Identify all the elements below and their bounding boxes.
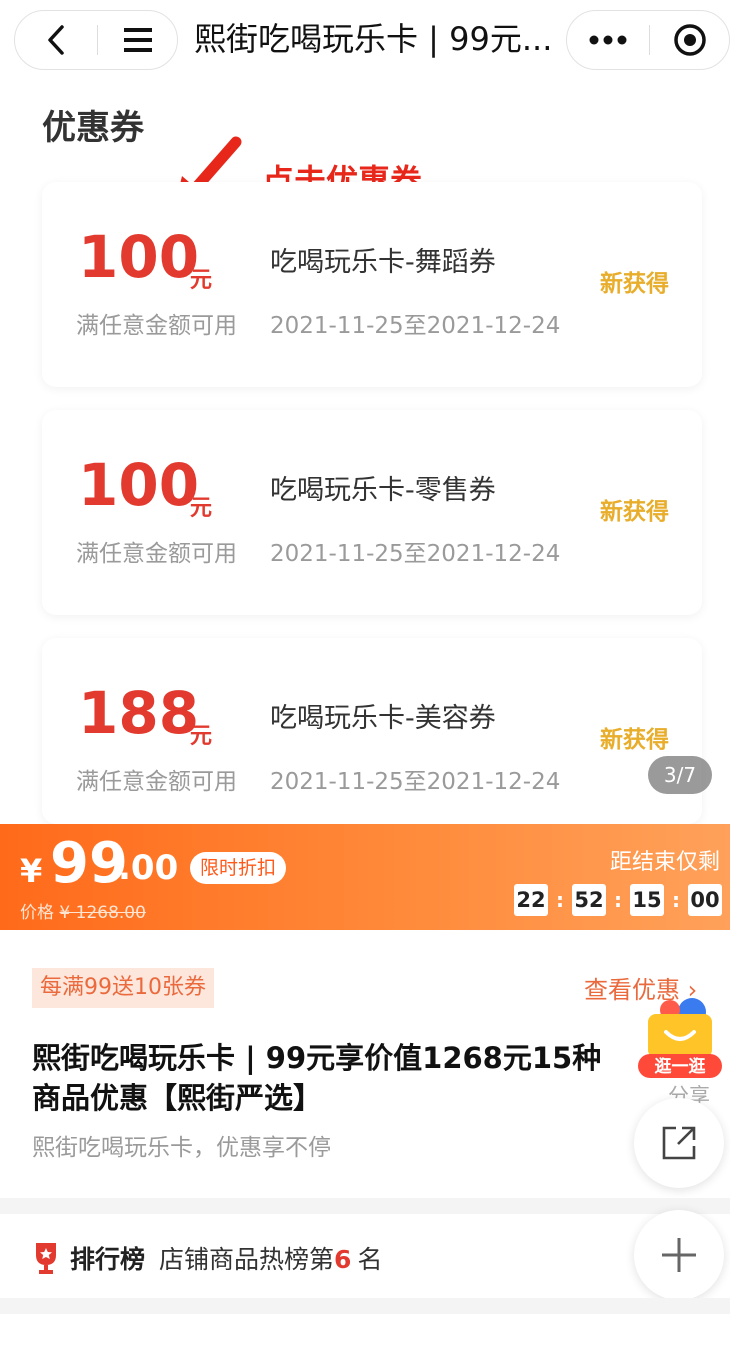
countdown-days: 22 <box>514 884 548 916</box>
section-divider <box>0 1198 730 1214</box>
price-bar: ¥ 99 .00 限时折扣 价格 ¥ 1268.00 距结束仅剩 22 : 52… <box>0 824 730 930</box>
hamburger-menu-icon <box>124 28 152 52</box>
coupon-unit: 元 <box>190 268 213 293</box>
coupon-name: 吃喝玩乐卡-零售券 <box>270 475 496 506</box>
coupon-amount: 100 <box>78 223 200 291</box>
browse-badge-label: 逛一逛 <box>655 1056 706 1077</box>
countdown-seconds: 00 <box>688 884 722 916</box>
countdown-minutes: 15 <box>630 884 664 916</box>
ranking-label: 排行榜 <box>70 1245 146 1274</box>
nav-right-capsule <box>566 10 730 70</box>
original-price-value: ¥ 1268.00 <box>59 903 146 923</box>
menu-button[interactable] <box>98 11 178 69</box>
currency-symbol: ¥ <box>20 852 43 890</box>
coupon-amount: 100 <box>78 451 200 519</box>
coupons-section-title: 优惠券 <box>42 108 144 148</box>
coupon-status: 新获得 <box>600 727 669 753</box>
coupon-validity: 2021-11-25至2021-12-24 <box>270 313 561 339</box>
countdown-timer: 22 : 52 : 15 : 00 <box>514 884 722 916</box>
coupon-card[interactable]: 100 元 满任意金额可用 吃喝玩乐卡-舞蹈券 2021-11-25至2021-… <box>42 182 702 387</box>
product-title: 熙街吃喝玩乐卡 | 99元享价值1268元15种商品优惠【熙街严选】 <box>32 1041 602 1115</box>
limited-discount-badge: 限时折扣 <box>190 852 287 884</box>
shopping-bag-icon[interactable]: 逛一逛 <box>630 992 730 1082</box>
countdown-hours: 52 <box>572 884 606 916</box>
back-arrow-icon <box>48 25 64 55</box>
promo-tag: 每满99送10张券 <box>32 968 214 1008</box>
page-title: 熙街吃喝玩乐卡 | 99元... <box>194 20 553 58</box>
plus-icon <box>662 1238 696 1272</box>
coupon-validity: 2021-11-25至2021-12-24 <box>270 769 561 795</box>
ranking-row[interactable]: 排行榜 店铺商品热榜第6 名 <box>32 1238 382 1278</box>
coupon-status: 新获得 <box>600 499 669 525</box>
price-decimal: .00 <box>118 848 179 888</box>
share-external-icon <box>662 1126 696 1160</box>
ranking-number: 6 <box>334 1245 352 1274</box>
trophy-icon <box>36 1243 56 1274</box>
coupon-card[interactable]: 100 元 满任意金额可用 吃喝玩乐卡-零售券 2021-11-25至2021-… <box>42 410 702 615</box>
coupon-name: 吃喝玩乐卡-美容券 <box>270 703 496 734</box>
section-divider <box>0 1298 730 1314</box>
countdown-label: 距结束仅剩 <box>609 850 720 875</box>
top-nav-bar: 熙街吃喝玩乐卡 | 99元... <box>0 0 730 90</box>
coupon-condition: 满任意金额可用 <box>76 769 237 795</box>
coupon-amount: 188 <box>78 679 200 747</box>
close-miniapp-button[interactable] <box>650 11 730 69</box>
original-price-label: 价格 <box>20 903 54 923</box>
original-price: 价格 ¥ 1268.00 <box>20 898 146 923</box>
more-options-button[interactable] <box>567 11 649 69</box>
coupon-card[interactable]: 188 元 满任意金额可用 吃喝玩乐卡-美容券 2021-11-25至2021-… <box>42 638 702 824</box>
share-button[interactable] <box>634 1098 724 1188</box>
coupon-unit: 元 <box>190 496 213 521</box>
back-button[interactable] <box>15 11 97 69</box>
ranking-text: 店铺商品热榜第6 名 <box>159 1245 383 1274</box>
more-dots-icon <box>589 35 627 45</box>
nav-left-capsule <box>14 10 178 70</box>
price-integer: 99 <box>50 831 128 896</box>
add-button[interactable] <box>634 1210 724 1300</box>
coupon-unit: 元 <box>190 724 213 749</box>
coupon-name: 吃喝玩乐卡-舞蹈券 <box>270 247 496 278</box>
target-circle-icon <box>674 24 706 56</box>
coupon-condition: 满任意金额可用 <box>76 541 237 567</box>
product-subtitle: 熙街吃喝玩乐卡，优惠享不停 <box>32 1135 331 1161</box>
coupon-validity: 2021-11-25至2021-12-24 <box>270 541 561 567</box>
coupon-condition: 满任意金额可用 <box>76 313 237 339</box>
carousel-page-indicator: 3/7 <box>648 756 712 794</box>
coupon-status: 新获得 <box>600 271 669 297</box>
